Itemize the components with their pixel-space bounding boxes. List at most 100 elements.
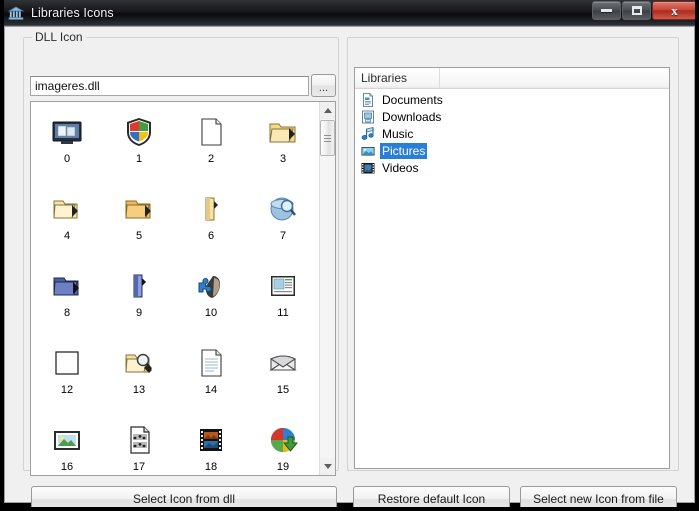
folder-orange-icon [123, 193, 155, 225]
library-list-item[interactable]: Downloads [355, 108, 669, 125]
icon-index-label: 15 [276, 384, 290, 396]
folder-search-icon [123, 347, 155, 379]
library-list-item-label: Downloads [382, 109, 442, 124]
listview-body: Documents Downloads Music Pictures Videos [355, 89, 669, 176]
icon-index-label: 10 [204, 307, 218, 319]
icon-grid-cell[interactable]: 0 [31, 110, 103, 187]
icon-index-label: 18 [204, 461, 218, 473]
icon-grid-scrollbar[interactable] [319, 102, 335, 475]
empty-square-icon [51, 347, 83, 379]
icon-index-label: 2 [207, 153, 215, 165]
window-document-icon [267, 270, 299, 302]
plugin-puzzle-icon [195, 270, 227, 302]
blank-page-icon [195, 116, 227, 148]
icon-index-label: 6 [207, 230, 215, 242]
maximize-icon [631, 6, 642, 15]
library-list-item[interactable]: Music [355, 125, 669, 142]
scroll-thumb[interactable] [320, 120, 335, 156]
icon-grid-cell[interactable]: 9 [103, 264, 175, 341]
select-icon-from-dll-button[interactable]: Select Icon from dll [31, 486, 337, 511]
restore-default-icon-button[interactable]: Restore default Icon [353, 486, 510, 511]
icon-grid-cell[interactable]: 10 [175, 264, 247, 341]
icon-index-label: 0 [63, 153, 71, 165]
folder-blue-closed-icon [123, 270, 155, 302]
icon-index-label: 14 [204, 384, 218, 396]
icon-index-label: 12 [60, 384, 74, 396]
videos-library-icon [360, 160, 376, 176]
dialog-client-area: DLL Icon ... 012345678910111213141516171… [4, 26, 695, 511]
icon-index-label: 1 [135, 153, 143, 165]
icon-grid-cell[interactable]: 17 [103, 418, 175, 475]
library-list-item-label: Pictures [380, 142, 428, 159]
folder-blue-open-icon [51, 270, 83, 302]
scroll-up-arrow[interactable] [320, 102, 335, 119]
folder-closed-yellow-icon [195, 193, 227, 225]
icon-grid-cell[interactable]: 1 [103, 110, 175, 187]
icon-index-label: 5 [135, 230, 143, 242]
open-folder-icon [267, 116, 299, 148]
library-list-item[interactable]: Videos [355, 159, 669, 176]
icon-index-label: 11 [277, 307, 289, 319]
icon-grid[interactable]: 0 1 2 3 4 5 6 7 8 9 10 11 12 13 14 15 16 17 18 19 [31, 102, 321, 475]
libraries-listview[interactable]: Libraries Documents Downloads Music Picture… [354, 67, 670, 469]
minimize-icon [601, 9, 612, 12]
icon-grid-cell[interactable]: 2 [175, 110, 247, 187]
icon-grid-cell[interactable]: 12 [31, 341, 103, 418]
downloads-library-icon [360, 109, 376, 125]
icon-grid-cell[interactable]: 14 [175, 341, 247, 418]
icon-index-label: 7 [279, 230, 287, 242]
library-list-item[interactable]: Pictures [355, 142, 669, 159]
monitor-computer-icon [51, 116, 83, 148]
color-wheel-download-icon [267, 424, 299, 456]
icon-index-label: 3 [279, 153, 287, 165]
icon-grid-cell[interactable]: 19 [247, 418, 319, 475]
select-new-icon-from-file-button[interactable]: Select new Icon from file [520, 486, 677, 511]
icon-index-label: 8 [63, 307, 71, 319]
close-button[interactable]: x [652, 1, 697, 20]
icon-index-label: 17 [132, 461, 146, 473]
icon-grid-cell[interactable]: 6 [175, 187, 247, 264]
mail-envelope-icon [267, 347, 299, 379]
maximize-button[interactable] [622, 1, 651, 20]
music-library-icon [360, 126, 376, 142]
icon-grid-cell[interactable]: 5 [103, 187, 175, 264]
library-list-item-label: Documents [382, 92, 443, 107]
icon-grid-cell[interactable]: 8 [31, 264, 103, 341]
open-folder-pale-icon [51, 193, 83, 225]
icon-grid-cell[interactable]: 4 [31, 187, 103, 264]
icon-index-label: 13 [132, 384, 146, 396]
icon-grid-cell[interactable]: 15 [247, 341, 319, 418]
icon-grid-cell[interactable]: 18 [175, 418, 247, 475]
column-header-empty[interactable] [440, 68, 669, 88]
icon-index-label: 19 [276, 461, 290, 473]
icon-grid-cell[interactable]: 11 [247, 264, 319, 341]
dll-path-input[interactable] [30, 76, 309, 96]
icon-grid-cell[interactable]: 16 [31, 418, 103, 475]
picture-frame-icon [51, 424, 83, 456]
documents-library-icon [360, 92, 376, 108]
icon-grid-cell[interactable]: 13 [103, 341, 175, 418]
film-strip-icon [195, 424, 227, 456]
browse-dll-button[interactable]: ... [311, 74, 336, 97]
window-title: Libraries Icons [31, 6, 114, 20]
library-building-icon [7, 5, 25, 21]
title-bar: Libraries Icons x [0, 0, 699, 26]
grip-icon [324, 133, 331, 144]
icon-grid-panel: 0 1 2 3 4 5 6 7 8 9 10 11 12 13 14 15 16 17 18 19 [30, 101, 336, 476]
library-list-item-label: Videos [382, 160, 419, 175]
triangle-up-icon [323, 108, 332, 113]
scroll-down-arrow[interactable] [320, 458, 335, 475]
column-header-libraries[interactable]: Libraries [355, 68, 440, 88]
close-icon: x [671, 3, 678, 18]
dll-icon-group-label: DLL Icon [32, 30, 86, 44]
library-list-item[interactable]: Documents [355, 91, 669, 108]
library-list-item-label: Music [382, 126, 414, 141]
triangle-down-icon [323, 464, 332, 469]
window-controls: x [592, 1, 697, 20]
minimize-button[interactable] [592, 1, 621, 20]
icon-grid-cell[interactable]: 3 [247, 110, 319, 187]
icon-index-label: 9 [135, 307, 143, 319]
icon-grid-cell[interactable]: 7 [247, 187, 319, 264]
libraries-icons-window: Libraries Icons x DLL Icon ... 012345678… [0, 0, 699, 511]
icon-index-label: 16 [60, 461, 74, 473]
